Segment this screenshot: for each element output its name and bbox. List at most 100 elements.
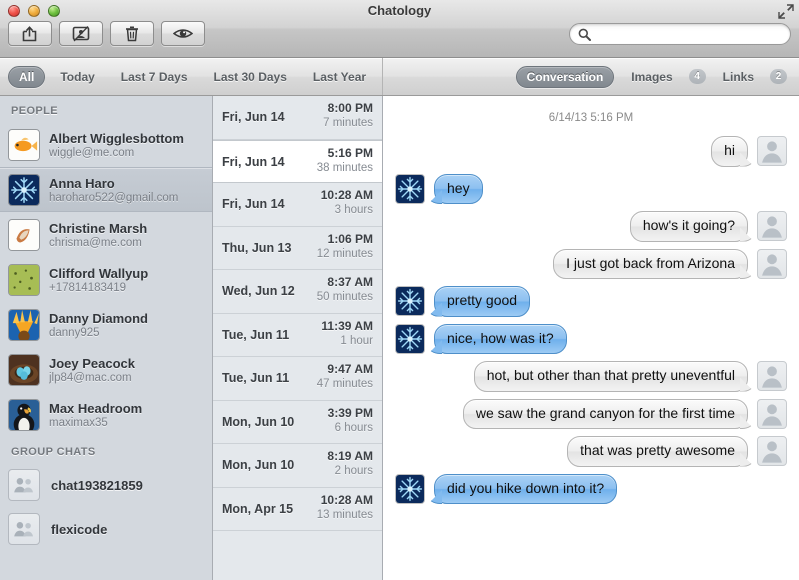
conversation-row[interactable]: Fri, Jun 14 5:16 PM 38 minutes <box>213 139 382 183</box>
conversation-row[interactable]: Fri, Jun 14 10:28 AM 3 hours <box>213 183 382 227</box>
message-bubble: pretty good <box>434 286 531 317</box>
conversation-time: 8:19 AM <box>327 449 373 463</box>
message-bubble: nice, how was it? <box>434 323 567 354</box>
group-name: flexicode <box>51 521 108 537</box>
conversation-list[interactable]: Fri, Jun 14 8:00 PM 7 minutes Fri, Jun 1… <box>213 96 383 580</box>
conversation-date: Fri, Jun 14 <box>222 197 285 211</box>
filter-bar: All Today Last 7 Days Last 30 Days Last Year… <box>0 58 799 96</box>
conversation-row[interactable]: Wed, Jun 12 8:37 AM 50 minutes <box>213 270 382 314</box>
person-placeholder-avatar-icon <box>757 136 787 166</box>
conversation-date: Mon, Jun 10 <box>222 414 295 429</box>
toolbar-buttons <box>8 21 205 46</box>
sidebar-person-row[interactable]: Joey Peacock jlp84@mac.com <box>0 347 212 392</box>
person-name: Max Headroom <box>49 400 143 416</box>
date-filter-last-30-days[interactable]: Last 30 Days <box>203 66 298 88</box>
conversation-row[interactable]: Fri, Jun 14 8:00 PM 7 minutes <box>213 96 382 140</box>
person-handle: +17814183419 <box>49 281 127 294</box>
message-row-outgoing: that was pretty awesome <box>395 436 787 467</box>
conversation-time: 9:47 AM <box>327 362 373 376</box>
sidebar-person-row[interactable]: Albert Wigglesbottom wiggle@me.com <box>0 122 212 167</box>
conversation-date: Mon, Jun 10 <box>222 458 295 472</box>
conversation-date: Tue, Jun 11 <box>222 327 290 342</box>
sidebar-person-row[interactable]: Max Headroom maximax35 <box>0 392 212 437</box>
conversation-row[interactable]: Tue, Jun 11 9:47 AM 47 minutes <box>213 357 382 401</box>
chat-transcript: 6/14/13 5:16 PM hi hey how's it going? I … <box>383 96 799 580</box>
conversation-duration: 7 minutes <box>323 117 373 129</box>
sidebar-person-row[interactable]: Clifford Wallyup +17814183419 <box>0 257 212 302</box>
conversation-time: 1:06 PM <box>327 231 373 246</box>
message-row-outgoing: hot, but other than that pretty uneventf… <box>395 361 787 392</box>
view-tab-badge: 2 <box>770 69 787 84</box>
conversation-time: 8:00 PM <box>327 101 373 115</box>
share-button[interactable] <box>8 21 52 46</box>
message-bubble: hot, but other than that pretty uneventf… <box>473 361 748 392</box>
conversation-row[interactable]: Mon, Jun 10 8:19 AM 2 hours <box>213 444 382 488</box>
date-filter-all[interactable]: All <box>8 65 46 88</box>
person-handle: jlp84@mac.com <box>49 371 132 384</box>
snowflake-avatar-icon <box>8 173 40 206</box>
view-tab-label[interactable]: Conversation <box>515 65 615 88</box>
conversation-duration: 13 minutes <box>316 508 373 521</box>
sidebar-person-row[interactable]: Danny Diamond danny925 <box>0 302 212 347</box>
person-name: Christine Marsh <box>49 220 148 236</box>
snowflake-avatar-icon <box>395 323 425 354</box>
conversation-row[interactable]: Tue, Jun 11 11:39 AM 1 hour <box>213 314 382 357</box>
chatology-window: Chatology All Today Last 7 Days Last 30 … <box>0 0 799 580</box>
titlebar: Chatology <box>0 0 799 58</box>
conversation-row[interactable]: Thu, Jun 13 1:06 PM 12 minutes <box>213 227 382 270</box>
goldfish-avatar-icon <box>8 128 40 161</box>
conversation-row[interactable]: Mon, Apr 15 10:28 AM 13 minutes <box>213 488 382 531</box>
message-list: hi hey how's it going? I just got back fr… <box>395 136 787 504</box>
search-input[interactable] <box>595 27 782 41</box>
message-bubble: we saw the grand canyon for the first ti… <box>462 398 748 429</box>
export-transcript-button[interactable] <box>59 21 103 46</box>
person-placeholder-avatar-icon <box>757 398 787 429</box>
snowflake-avatar-icon <box>395 286 425 316</box>
date-filter-today[interactable]: Today <box>49 66 105 88</box>
view-tab-images[interactable]: Images 4 <box>620 66 706 88</box>
view-tab-conversation[interactable]: Conversation <box>515 65 615 88</box>
penguin-avatar-icon <box>8 398 40 431</box>
message-row-outgoing: we saw the grand canyon for the first ti… <box>395 398 787 429</box>
message-row-incoming: pretty good <box>395 286 787 317</box>
group-name: chat193821859 <box>51 477 143 493</box>
date-filter-last-year[interactable]: Last Year <box>302 66 377 88</box>
person-handle: haroharo522@gmail.com <box>49 191 179 204</box>
person-placeholder-avatar-icon <box>757 211 787 241</box>
sidebar-group-row[interactable]: chat193821859 <box>0 463 212 507</box>
person-name: Danny Diamond <box>49 310 148 326</box>
person-name: Albert Wigglesbottom <box>49 130 184 146</box>
sidebar: PEOPLE Albert Wigglesbottom wiggle@me.co… <box>0 96 213 580</box>
conversation-time: 11:39 AM <box>321 318 373 333</box>
snowflake-avatar-icon <box>395 473 425 504</box>
person-name: Joey Peacock <box>49 355 136 371</box>
view-tab-group: Conversation Images 4 Links 2 <box>383 58 799 95</box>
people-section-header: PEOPLE <box>11 105 59 117</box>
conversation-duration: 1 hour <box>340 334 373 347</box>
person-name: Anna Haro <box>49 175 115 191</box>
view-tab-badge: 4 <box>688 69 706 84</box>
conversation-date: Fri, Jun 14 <box>222 154 285 169</box>
person-handle: chrisma@me.com <box>49 236 142 249</box>
conversation-duration: 3 hours <box>334 204 373 216</box>
conversation-time: 8:37 AM <box>327 275 373 289</box>
date-filter-last-7-days[interactable]: Last 7 Days <box>110 66 199 88</box>
fullscreen-icon[interactable] <box>778 4 794 19</box>
sidebar-person-row[interactable]: Anna Haro haroharo522@gmail.com <box>0 167 212 212</box>
search-field[interactable] <box>569 23 791 45</box>
conversation-row[interactable]: Mon, Jun 10 3:39 PM 6 hours <box>213 401 382 444</box>
view-tab-links[interactable]: Links 2 <box>712 66 787 88</box>
conversation-duration: 2 hours <box>334 465 373 477</box>
conversation-date: Fri, Jun 14 <box>222 110 285 124</box>
message-bubble: did you hike down into it? <box>434 473 618 504</box>
snowflake-avatar-icon <box>395 173 425 204</box>
conversation-duration: 12 minutes <box>316 247 373 260</box>
sidebar-person-row[interactable]: Christine Marsh chrisma@me.com <box>0 212 212 257</box>
view-tab-label[interactable]: Images <box>620 66 683 88</box>
window-title: Chatology <box>367 3 432 18</box>
quicklook-eye-button[interactable] <box>161 21 205 46</box>
sidebar-group-row[interactable]: flexicode <box>0 507 212 551</box>
trash-button[interactable] <box>110 21 154 46</box>
view-tab-label[interactable]: Links <box>712 66 765 88</box>
message-row-incoming: nice, how was it? <box>395 323 787 354</box>
